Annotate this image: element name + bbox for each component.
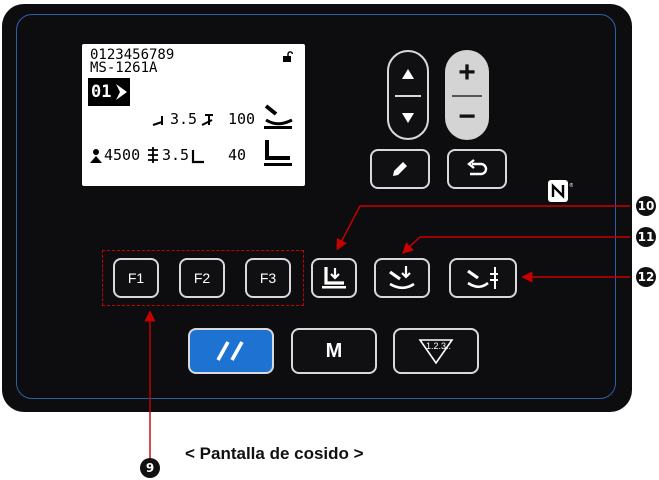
callout-11: 11 xyxy=(636,227,656,247)
callout-line-10 xyxy=(336,205,630,251)
callout-line-11 xyxy=(401,236,630,254)
callout-9: 9 xyxy=(140,458,160,478)
callout-12: 12 xyxy=(636,267,656,287)
caption: < Pantalla de cosido > xyxy=(185,444,364,463)
callout-lines xyxy=(144,205,630,462)
callout-10: 10 xyxy=(636,196,656,216)
